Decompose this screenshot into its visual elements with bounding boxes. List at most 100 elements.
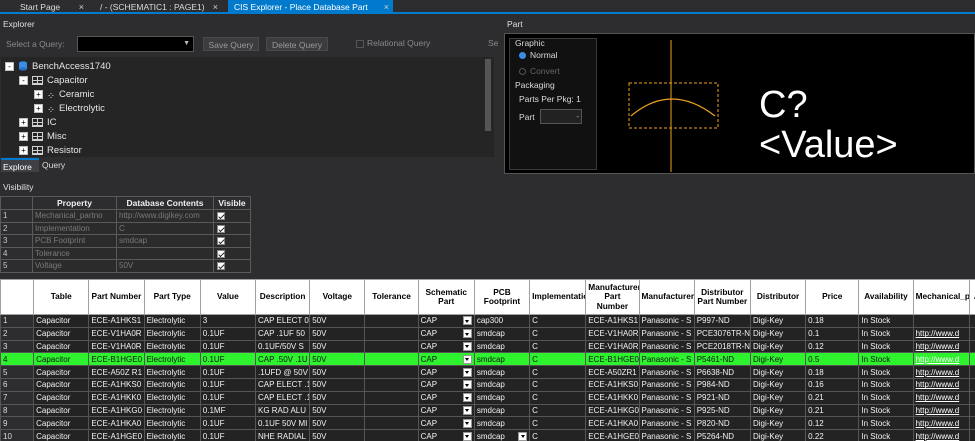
grid-cell[interactable]: Capacitor: [33, 403, 90, 418]
grid-cell[interactable]: In Stock: [858, 390, 914, 405]
part-row[interactable]: 3 Capacitor ECE-V1HA0R Electrolytic 0.1UF 0.1…: [0, 339, 975, 354]
grid-cell[interactable]: Capacitor: [33, 416, 90, 431]
visible-checkbox[interactable]: [217, 262, 225, 271]
tree-node-resistor[interactable]: + Resistor: [19, 144, 82, 158]
column-header[interactable]: Voltage: [309, 279, 366, 315]
grid-cell[interactable]: ECE-V1HA0R: [585, 339, 640, 354]
visibility-row[interactable]: 5 Voltage 50V: [0, 259, 251, 273]
grid-cell[interactable]: Electrolytic: [143, 377, 201, 392]
grid-cell[interactable]: 50V: [309, 429, 366, 441]
column-header[interactable]: Manufacturer Part Number: [585, 279, 640, 315]
mechanical-link[interactable]: http://www.d: [916, 419, 960, 428]
grid-cell[interactable]: In Stock: [858, 416, 914, 431]
grid-cell[interactable]: 0.1UF: [199, 326, 257, 341]
part-row[interactable]: 6 Capacitor ECE-A1HKS0 Electrolytic 0.1UF CAP…: [0, 377, 975, 392]
grid-cell[interactable]: Digi-Key: [749, 365, 807, 379]
grid-cell[interactable]: cap300: [473, 314, 531, 328]
grid-cell[interactable]: smdcap: [473, 429, 531, 441]
tree-node-ceramic[interactable]: + ⁘ Ceramic: [34, 88, 94, 102]
tab-explore[interactable]: Explore: [1, 158, 39, 172]
grid-cell[interactable]: smdcap: [473, 377, 531, 392]
grid-cell[interactable]: [364, 365, 419, 379]
grid-cell[interactable]: Capacitor: [33, 352, 90, 367]
grid-cell[interactable]: In Stock: [858, 365, 914, 379]
visible-checkbox[interactable]: [217, 212, 225, 221]
grid-cell[interactable]: Capacitor: [33, 365, 90, 379]
grid-cell[interactable]: ECE-B1HGE0: [88, 352, 145, 367]
grid-cell[interactable]: In Stock: [858, 326, 914, 341]
grid-cell[interactable]: Panasonic - S: [638, 377, 695, 392]
grid-cell[interactable]: ECE-V1HA0R: [88, 339, 145, 354]
grid-cell[interactable]: C: [529, 390, 587, 405]
grid-cell[interactable]: 50V: [309, 352, 366, 367]
grid-cell[interactable]: [968, 326, 975, 341]
grid-cell[interactable]: smdcap: [473, 390, 531, 405]
grid-cell[interactable]: http://www.d: [912, 377, 970, 392]
grid-cell[interactable]: ECE-A1HKK0: [88, 390, 145, 405]
grid-cell[interactable]: C: [529, 352, 587, 367]
grid-cell[interactable]: Capacitor: [33, 390, 90, 405]
column-header[interactable]: Manufacturer: [638, 279, 695, 315]
tree-node-benchaccess[interactable]: - BenchAccess1740: [5, 60, 111, 74]
grid-cell[interactable]: C: [529, 365, 587, 379]
grid-cell[interactable]: Digi-Key: [749, 429, 807, 441]
grid-cell[interactable]: Digi-Key: [749, 339, 807, 354]
grid-cell[interactable]: Electrolytic: [143, 390, 201, 405]
grid-cell[interactable]: PCE3076TR-N: [693, 326, 751, 341]
query-select[interactable]: ▼: [77, 36, 194, 52]
grid-cell[interactable]: ECE-A50ZR1: [585, 365, 640, 379]
grid-cell[interactable]: http://www.d: [912, 352, 970, 367]
grid-cell[interactable]: KG RAD ALU: [254, 403, 311, 418]
grid-cell[interactable]: Panasonic - S: [638, 326, 695, 341]
grid-cell[interactable]: Panasonic - S: [638, 314, 695, 328]
grid-cell[interactable]: 50V: [309, 314, 366, 328]
part-row[interactable]: 4 Capacitor ECE-B1HGE0 Electrolytic 0.1UF CAP…: [0, 352, 975, 367]
grid-cell[interactable]: P997-ND: [693, 314, 751, 328]
mechanical-link[interactable]: http://www.d: [916, 393, 960, 402]
grid-cell[interactable]: PCE2018TR-N: [693, 339, 751, 354]
chevron-down-icon[interactable]: [462, 329, 472, 339]
grid-cell[interactable]: In Stock: [858, 352, 914, 367]
part-row[interactable]: 9 Capacitor ECE-A1HKA0 Electrolytic 0.1UF 0.1…: [0, 416, 975, 431]
visible-checkbox[interactable]: [217, 224, 225, 233]
grid-cell[interactable]: ECE-A1HGE0: [88, 429, 145, 441]
grid-cell[interactable]: C: [529, 403, 587, 418]
part-selector[interactable]: -: [540, 109, 582, 124]
grid-cell[interactable]: [968, 429, 975, 441]
column-header[interactable]: Mechanical_partno: [912, 279, 970, 315]
grid-cell[interactable]: 0.12: [805, 416, 860, 431]
grid-cell[interactable]: Digi-Key: [749, 352, 807, 367]
grid-cell[interactable]: Electrolytic: [143, 416, 201, 431]
column-header[interactable]: Tolerance: [364, 279, 419, 315]
chevron-down-icon[interactable]: [462, 367, 472, 377]
grid-cell[interactable]: CAP: [417, 314, 475, 328]
grid-cell[interactable]: CAP: [417, 352, 475, 367]
column-header[interactable]: Distributor: [749, 279, 807, 315]
grid-cell[interactable]: CAP ELECT .1: [254, 390, 311, 405]
grid-cell[interactable]: ECE-A1HKS1: [88, 314, 145, 328]
grid-cell[interactable]: P925-ND: [693, 403, 751, 418]
grid-cell[interactable]: 50V: [309, 339, 366, 354]
chevron-down-icon[interactable]: [462, 405, 472, 415]
tab-query[interactable]: Query: [42, 158, 65, 172]
part-row[interactable]: 2 Capacitor ECE-V1HA0R Electrolytic 0.1UF CAP…: [0, 326, 975, 341]
grid-cell[interactable]: 50V: [309, 326, 366, 341]
part-row[interactable]: 5 Capacitor ECE-A50Z R1 Electrolytic 0.1UF .1…: [0, 365, 975, 379]
grid-cell[interactable]: http://www.d: [912, 403, 970, 418]
grid-cell[interactable]: [364, 390, 419, 405]
grid-cell[interactable]: http://www.d: [912, 365, 970, 379]
grid-cell[interactable]: [968, 339, 975, 354]
tree-node-electrolytic[interactable]: + ⁘ Electrolytic: [34, 102, 105, 116]
grid-cell[interactable]: Capacitor: [33, 429, 90, 441]
grid-cell[interactable]: C: [529, 416, 587, 431]
grid-cell[interactable]: Electrolytic: [143, 314, 201, 328]
grid-cell[interactable]: [364, 403, 419, 418]
mechanical-link[interactable]: http://www.d: [916, 380, 960, 389]
part-row[interactable]: 10 Capacitor ECE-A1HGE0 Electrolytic 0.1UF NH…: [0, 429, 975, 441]
grid-cell[interactable]: [968, 416, 975, 431]
grid-cell[interactable]: Electrolytic: [143, 365, 201, 379]
tab-cis-explorer[interactable]: CIS Explorer - Place Database Part ×: [228, 0, 393, 14]
grid-cell[interactable]: 50V: [309, 365, 366, 379]
grid-cell[interactable]: Digi-Key: [749, 377, 807, 392]
visibility-row[interactable]: 1 Mechanical_partno http://www.digikey.com: [0, 209, 251, 223]
